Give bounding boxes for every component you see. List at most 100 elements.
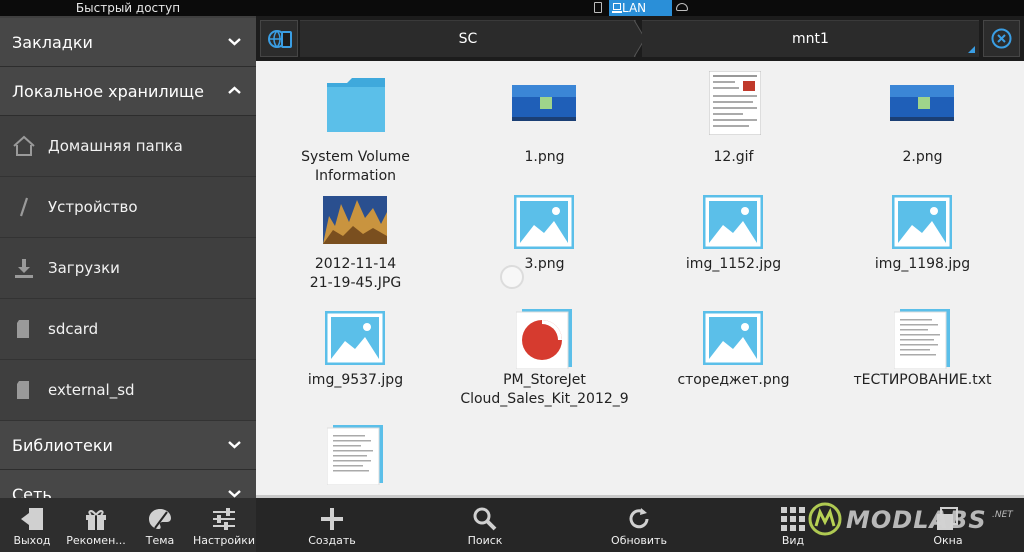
file-item[interactable]: 1.png <box>450 71 639 181</box>
image-icon <box>892 195 952 249</box>
chevron-down-icon <box>228 35 241 48</box>
close-path-button[interactable] <box>983 20 1020 57</box>
cloud-icon[interactable] <box>676 3 688 11</box>
sidebar-toolbar: Выход Рекомен... Тема Настройки <box>0 498 256 552</box>
image-icon <box>514 195 574 249</box>
watermark-suffix: .NET <box>992 510 1013 520</box>
section-label: Локальное хранилище <box>12 82 204 101</box>
home-icon <box>12 134 36 158</box>
loading-spinner <box>500 265 524 289</box>
file-item[interactable]: PM_StoreJet Cloud_Sales_Kit_2012_9 <box>450 307 639 417</box>
breadcrumb-label: mnt1 <box>792 31 829 47</box>
text-file-icon <box>894 309 952 369</box>
file-grid: System Volume Information 1.png 12.gif 2… <box>256 61 1024 497</box>
sidebar-item-label: external_sd <box>48 381 135 399</box>
toolbar-label: Тема <box>145 534 175 547</box>
file-item[interactable]: 2012-11-14 21-19-45.JPG <box>261 191 450 301</box>
globe-phone-icon <box>268 30 292 48</box>
gift-icon <box>83 506 109 532</box>
file-item[interactable] <box>261 423 450 497</box>
recommend-button[interactable]: Рекомен... <box>64 498 128 552</box>
sidebar-item-label: Загрузки <box>48 259 120 277</box>
sidebar-item-external-sd[interactable]: external_sd <box>0 360 256 421</box>
lan-label: LAN <box>622 1 647 15</box>
file-name-line: PM_StoreJet Cloud_Sales_Kit_2012_9 <box>460 372 629 407</box>
toolbar-label: Выход <box>13 534 51 547</box>
image-thumbnail <box>709 71 761 135</box>
file-name-line: System Volume Information <box>301 149 410 184</box>
presentation-icon <box>516 309 574 369</box>
sidebar-item-label: Домашняя папка <box>48 137 183 155</box>
download-icon <box>12 256 36 280</box>
sidebar-item-label: Устройство <box>48 198 138 216</box>
file-name: 1.png <box>524 149 565 165</box>
section-local-storage[interactable]: Локальное хранилище <box>0 67 256 116</box>
sidebar-item-label: sdcard <box>48 320 99 338</box>
section-label: Сеть <box>12 485 52 498</box>
sidebar-item-home[interactable]: Домашняя папка <box>0 116 256 177</box>
file-item[interactable]: сторeджет.png <box>639 307 828 417</box>
file-item[interactable]: img_1152.jpg <box>639 191 828 301</box>
phone-icon <box>594 2 602 13</box>
sdcard-icon <box>12 378 36 402</box>
exit-button[interactable]: Выход <box>0 498 64 552</box>
theme-button[interactable]: Тема <box>128 498 192 552</box>
grid-view-icon <box>780 506 806 532</box>
dropdown-corner-icon <box>968 46 975 53</box>
file-name: 12.gif <box>713 149 754 165</box>
file-item[interactable]: тЕСТИРОВАНИЕ.txt <box>828 307 1017 417</box>
file-name: System Volume Information <box>261 148 450 186</box>
section-label: Библиотеки <box>12 436 113 455</box>
search-icon <box>472 506 498 532</box>
refresh-button[interactable]: Обновить <box>587 498 691 552</box>
quick-access-title: Быстрый доступ <box>75 1 181 15</box>
file-name: PM_StoreJet Cloud_Sales_Kit_2012_9 <box>450 371 639 409</box>
breadcrumb-mnt1[interactable]: mnt1 <box>642 20 979 57</box>
slash-icon <box>12 195 36 219</box>
sidebar-item-device[interactable]: Устройство <box>0 177 256 238</box>
file-name: сторeджет.png <box>677 372 790 388</box>
plus-icon <box>319 506 345 532</box>
settings-sliders-icon <box>211 506 237 532</box>
image-icon <box>703 311 763 365</box>
sdcard-icon <box>12 317 36 341</box>
file-name: 2012-11-14 21-19-45.JPG <box>261 255 450 293</box>
file-name: img_1198.jpg <box>874 256 971 272</box>
file-name-line: 2012-11-14 21-19-45.JPG <box>309 256 402 291</box>
file-item[interactable]: img_9537.jpg <box>261 307 450 417</box>
computer-icon <box>612 3 622 13</box>
section-libraries[interactable]: Библиотеки <box>0 421 256 470</box>
sidebar-item-downloads[interactable]: Загрузки <box>0 238 256 299</box>
exit-icon <box>19 506 45 532</box>
toolbar-label: Поиск <box>467 534 503 547</box>
file-item[interactable]: System Volume Information <box>261 71 450 184</box>
modlabs-watermark: MODLABS .NET <box>806 500 1020 540</box>
photo-thumbnail <box>323 196 387 244</box>
file-item[interactable]: 12.gif <box>639 71 828 181</box>
sidebar-item-sdcard[interactable]: sdcard <box>0 299 256 360</box>
watermark-text: MODLABS <box>846 506 987 534</box>
file-name: img_1152.jpg <box>685 256 782 272</box>
toolbar-label: Обновить <box>611 534 667 547</box>
network-view-button[interactable] <box>260 20 298 57</box>
section-bookmarks[interactable]: Закладки <box>0 18 256 67</box>
text-file-icon <box>327 425 385 485</box>
chevron-down-icon <box>228 438 241 451</box>
search-button[interactable]: Поиск <box>433 498 537 552</box>
file-item[interactable]: 2.png <box>828 71 1017 181</box>
image-icon <box>325 311 385 365</box>
file-name: тЕСТИРОВАНИЕ.txt <box>853 372 992 388</box>
image-thumbnail <box>890 85 954 121</box>
image-thumbnail <box>512 85 576 121</box>
section-network[interactable]: Сеть <box>0 470 256 498</box>
toolbar-label: Рекомен... <box>66 534 126 547</box>
file-item[interactable]: img_1198.jpg <box>828 191 1017 301</box>
create-button[interactable]: Создать <box>280 498 384 552</box>
file-item[interactable]: 3.png <box>450 191 639 301</box>
lan-tab[interactable]: LAN <box>609 0 672 16</box>
breadcrumb-sc[interactable]: SC <box>300 20 636 57</box>
file-name: img_9537.jpg <box>307 372 404 388</box>
sidebar: Закладки Локальное хранилище Домашняя па… <box>0 16 256 498</box>
file-name: 3.png <box>524 256 565 272</box>
settings-button[interactable]: Настройки <box>192 498 256 552</box>
